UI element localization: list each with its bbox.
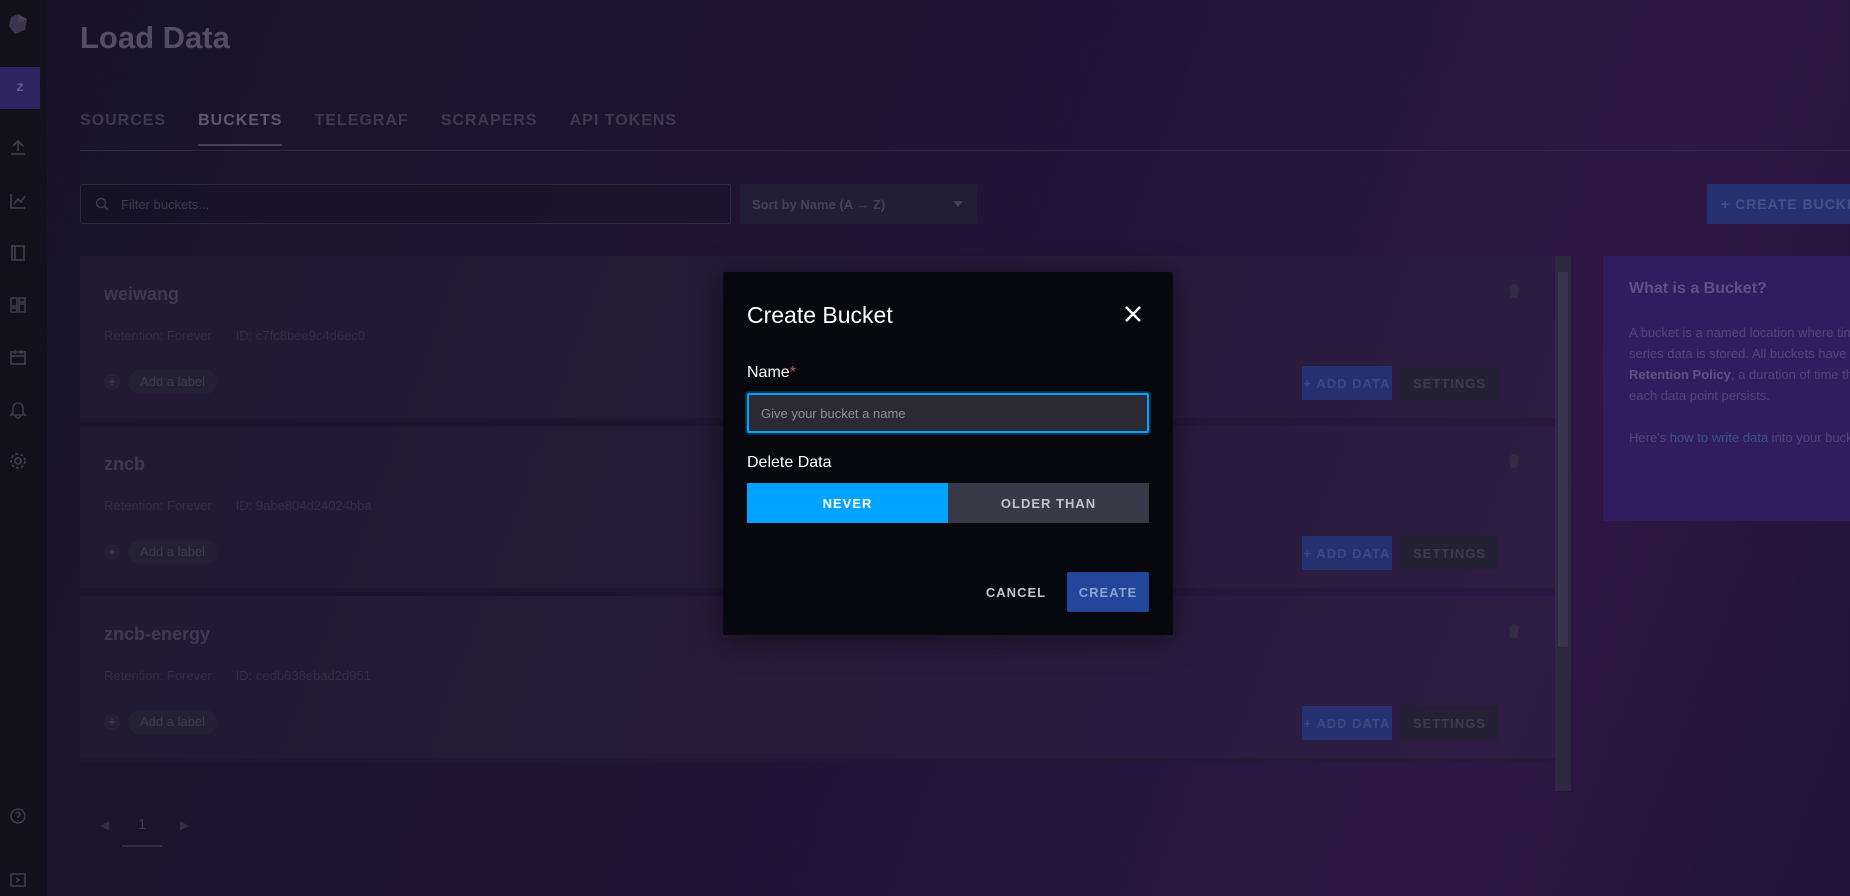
required-mark: * [789,364,796,381]
create-button[interactable]: CREATE [1067,572,1149,612]
cancel-button[interactable]: CANCEL [979,572,1053,612]
never-option[interactable]: NEVER [747,483,948,523]
older-than-option[interactable]: OLDER THAN [948,483,1149,523]
create-bucket-dialog: Create Bucket Name* Delete Data NEVER OL… [723,272,1173,635]
delete-data-label: Delete Data [747,454,832,471]
close-icon[interactable] [1123,304,1143,324]
name-label: Name* [747,364,796,381]
delete-data-toggle: NEVER OLDER THAN [747,483,1149,523]
dialog-title: Create Bucket [747,302,893,328]
bucket-name-input[interactable] [747,393,1149,433]
